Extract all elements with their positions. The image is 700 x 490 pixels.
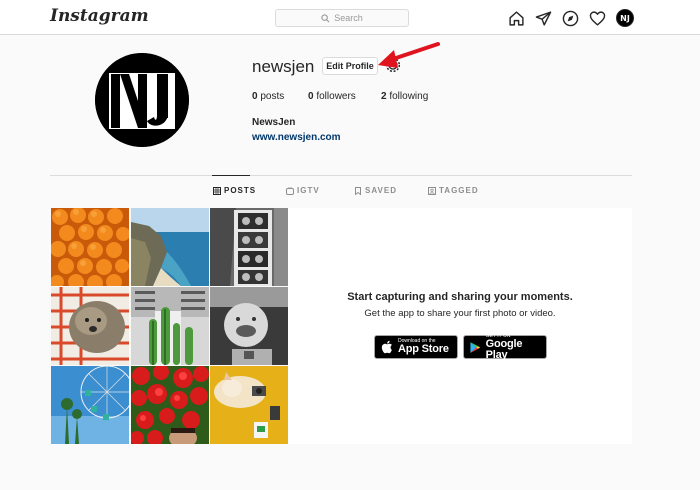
tab-tagged-label: TAGGED — [439, 186, 479, 195]
search-icon — [321, 13, 330, 22]
app-store-badge-button[interactable]: Download on the App Store — [374, 335, 458, 359]
direct-icon[interactable] — [535, 10, 552, 27]
posts-count: 0 posts — [252, 91, 308, 102]
followers-count-label: followers — [316, 91, 356, 102]
tab-saved[interactable]: SAVED — [354, 186, 397, 195]
tagged-icon — [428, 186, 436, 195]
active-tab-indicator — [212, 175, 250, 176]
photo-red-flowers — [130, 366, 209, 444]
tab-saved-label: SAVED — [365, 186, 397, 195]
tab-posts-label: POSTS — [224, 186, 257, 195]
tab-igtv-label: IGTV — [297, 186, 320, 195]
apple-icon — [381, 340, 392, 354]
photo-cactus-building — [130, 287, 209, 365]
tab-posts[interactable]: POSTS — [213, 186, 256, 195]
google-play-big-text: Google Play — [485, 337, 523, 361]
photo-oranges — [51, 208, 129, 286]
photo-dog-on-blanket — [51, 287, 129, 365]
tabs-divider — [50, 175, 632, 176]
photo-cat-with-camera — [210, 366, 288, 444]
tab-igtv[interactable]: IGTV — [286, 186, 320, 195]
profile-picture[interactable] — [95, 53, 189, 147]
grid-icon — [213, 186, 221, 195]
top-navigation-bar: Instagram Search NJ — [0, 0, 700, 35]
google-play-badge-button[interactable]: GET IT ON Google Play — [463, 333, 547, 361]
home-icon[interactable] — [508, 10, 525, 27]
promo-title: Start capturing and sharing your moments… — [347, 291, 573, 303]
nav-icons: NJ — [508, 9, 634, 27]
photo-coastline — [130, 208, 209, 286]
posts-count-value: 0 — [252, 91, 258, 102]
activity-heart-icon[interactable] — [589, 10, 606, 27]
posts-count-label: posts — [260, 91, 285, 102]
photo-laughing-baby — [210, 287, 288, 365]
following-count[interactable]: 2 following — [381, 91, 428, 102]
following-count-value: 2 — [381, 91, 387, 102]
followers-count-value: 0 — [308, 91, 314, 102]
instagram-logo[interactable]: Instagram — [50, 6, 149, 26]
profile-website-link[interactable]: www.newsjen.com — [252, 132, 341, 143]
followers-count[interactable]: 0 followers — [308, 91, 381, 102]
search-placeholder: Search — [334, 13, 363, 23]
get-app-promo-panel: Start capturing and sharing your moments… — [288, 208, 632, 444]
profile-avatar-icon[interactable]: NJ — [616, 9, 634, 27]
google-play-icon — [470, 341, 481, 353]
annotation-red-arrow — [378, 42, 440, 68]
search-input[interactable]: Search — [275, 9, 409, 27]
explore-icon[interactable] — [562, 10, 579, 27]
profile-full-name: NewsJen — [252, 117, 296, 128]
tab-tagged[interactable]: TAGGED — [428, 186, 479, 195]
edit-profile-button[interactable]: Edit Profile — [322, 57, 378, 75]
photo-ferris-wheel — [51, 366, 129, 444]
app-store-big-text: App Store — [398, 343, 449, 355]
igtv-icon — [286, 186, 294, 195]
promo-subtitle: Get the app to share your first photo or… — [364, 308, 556, 319]
photo-photobooth-strip — [210, 208, 288, 286]
sample-photo-grid — [51, 208, 288, 444]
newsjen-logo — [95, 53, 189, 147]
profile-stats: 0 posts 0 followers 2 following — [252, 91, 428, 102]
bookmark-icon — [355, 186, 361, 195]
profile-username: newsjen — [252, 57, 315, 76]
following-count-label: following — [389, 91, 429, 102]
